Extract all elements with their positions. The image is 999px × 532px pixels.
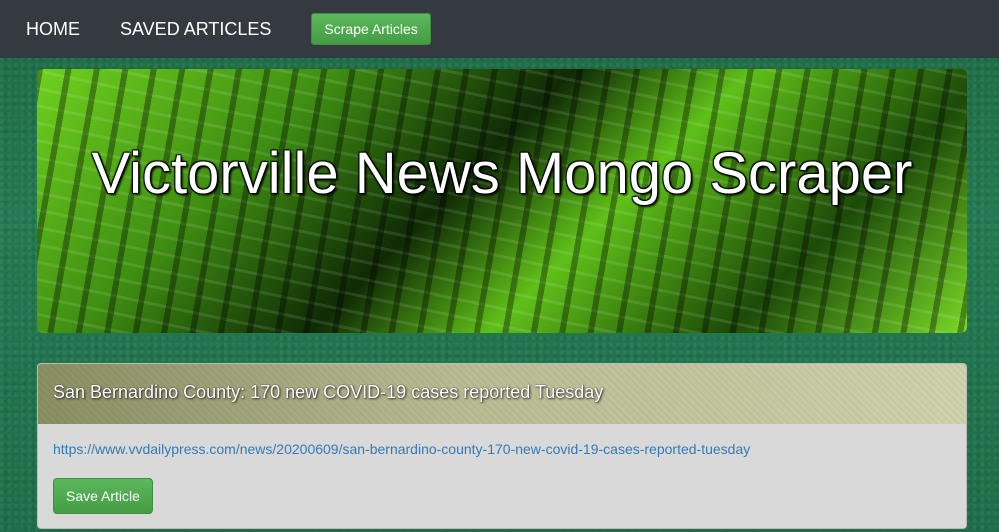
article-title[interactable]: San Bernardino County: 170 new COVID-19 … bbox=[53, 382, 603, 402]
article-card: San Bernardino County: 170 new COVID-19 … bbox=[37, 363, 967, 529]
top-navbar: HOME SAVED ARTICLES Scrape Articles bbox=[0, 0, 999, 58]
nav-home-link[interactable]: HOME bbox=[26, 19, 80, 40]
hero-banner: Victorville News Mongo Scraper bbox=[37, 69, 967, 333]
article-card-header: San Bernardino County: 170 new COVID-19 … bbox=[38, 364, 966, 424]
article-card-body: https://www.vvdailypress.com/news/202006… bbox=[38, 424, 966, 528]
scrape-articles-button[interactable]: Scrape Articles bbox=[311, 13, 431, 45]
article-url-link[interactable]: https://www.vvdailypress.com/news/202006… bbox=[53, 441, 951, 457]
nav-saved-articles-link[interactable]: SAVED ARTICLES bbox=[120, 19, 271, 40]
page-title: Victorville News Mongo Scraper bbox=[91, 141, 913, 206]
save-article-button[interactable]: Save Article bbox=[53, 478, 153, 514]
